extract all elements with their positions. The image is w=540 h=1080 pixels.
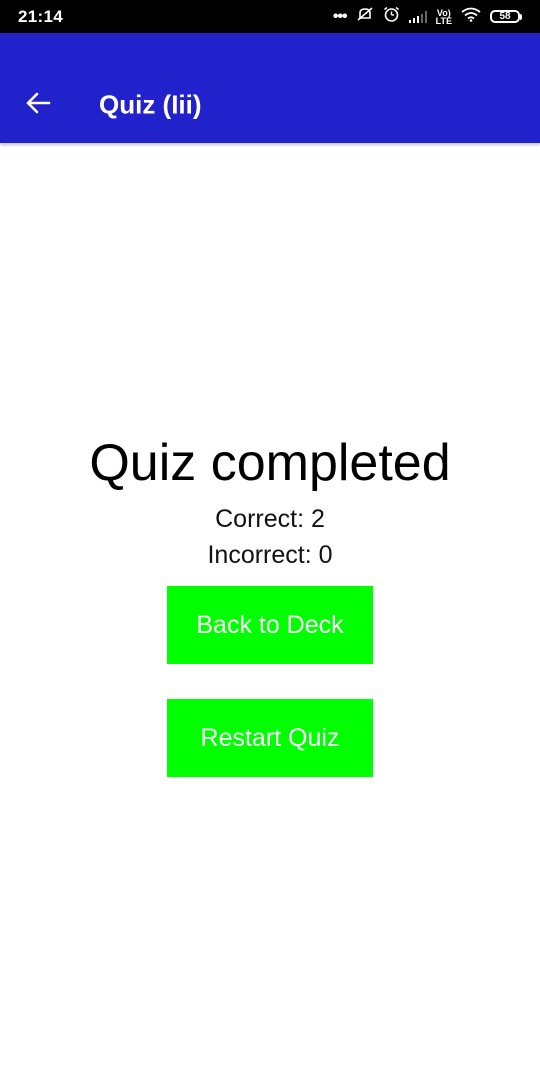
more-dots-icon: ••• (332, 7, 348, 25)
correct-count: Correct: 2 (215, 505, 325, 533)
app-bar: Quiz (Iii) (0, 33, 540, 143)
battery-icon: 58 (490, 10, 522, 23)
quiz-result-panel: Quiz completed Correct: 2 Incorrect: 0 B… (0, 143, 540, 1080)
battery-level: 58 (490, 10, 520, 23)
wifi-icon (461, 7, 481, 27)
signal-icon (408, 10, 427, 23)
status-bar: 21:14 ••• Vo) LTE 58 (0, 0, 540, 33)
volte-icon: Vo) LTE (435, 8, 452, 26)
status-icons: ••• Vo) LTE 58 (333, 6, 522, 28)
restart-quiz-button[interactable]: Restart Quiz (167, 699, 373, 777)
back-to-deck-button[interactable]: Back to Deck (167, 586, 373, 664)
back-button[interactable] (20, 87, 56, 123)
page-title: Quiz (Iii) (99, 89, 202, 120)
incorrect-count: Incorrect: 0 (207, 541, 333, 569)
result-heading: Quiz completed (89, 434, 451, 492)
notifications-off-icon (356, 6, 374, 27)
alarm-icon (383, 6, 400, 28)
volte-bottom-label: LTE (435, 15, 452, 26)
arrow-left-icon (25, 92, 51, 119)
status-time: 21:14 (18, 6, 63, 26)
